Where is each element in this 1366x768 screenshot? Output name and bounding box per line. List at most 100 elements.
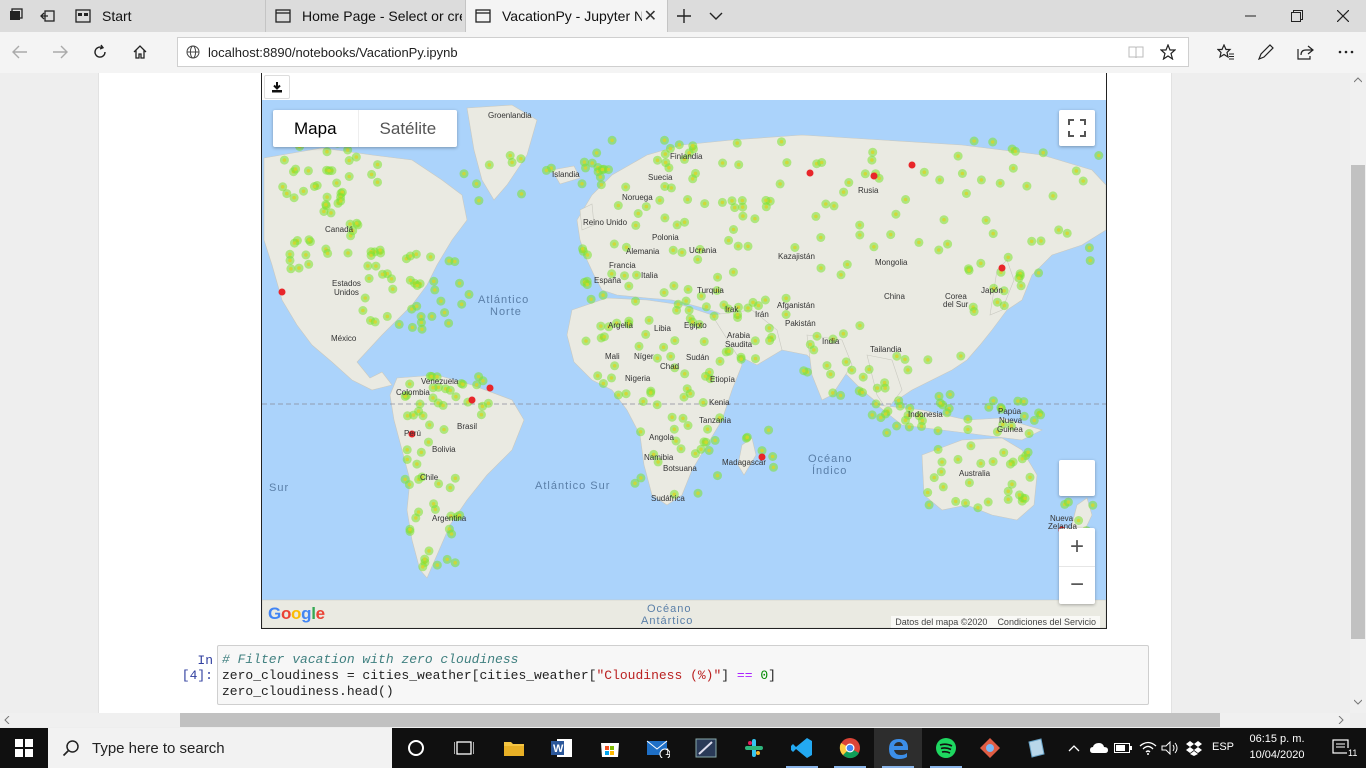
heat-point-core [510,160,514,165]
new-tab-icon[interactable] [668,0,700,32]
heat-point-core [487,163,492,167]
heat-point-core [715,275,720,279]
home-icon[interactable] [120,32,160,72]
clock[interactable]: 06:15 p. m. 10/04/2020 [1242,731,1312,763]
slack-icon[interactable] [730,728,778,768]
code-operator: == [736,668,753,683]
favorites-icon[interactable] [1206,32,1246,72]
more-options-icon[interactable] [1326,32,1366,72]
onedrive-cloud-icon[interactable] [1088,728,1110,768]
share-icon[interactable] [1286,32,1326,72]
chrome-icon[interactable] [826,728,874,768]
map-type-button[interactable]: Mapa [273,110,358,147]
heat-point-core [627,284,631,288]
gitkraken-icon[interactable] [966,728,1014,768]
reading-view-icon[interactable] [1128,45,1144,59]
heat-point-core [474,383,479,387]
tab-start[interactable]: Start [66,0,266,32]
ocean-label-indico-2: Índico [812,465,848,477]
tab-preview-chevron-icon[interactable] [700,0,732,32]
heat-point-core [325,251,330,256]
tab-actions-icon[interactable] [0,0,32,32]
heat-point-core [304,253,308,257]
sketch-app-icon[interactable] [682,728,730,768]
zoom-in-button[interactable]: + [1059,528,1095,567]
show-hidden-icons-chevron-icon[interactable] [1063,728,1085,768]
close-tab-icon[interactable]: ✕ [644,6,657,26]
page-icon [274,7,292,25]
volume-icon[interactable] [1158,728,1182,768]
word-icon[interactable]: W [538,728,586,768]
action-center-icon[interactable]: 11 [1318,728,1366,768]
edge-icon[interactable] [874,728,922,768]
heat-point-core [731,227,736,232]
label-ucrania: Ucrania [689,246,717,255]
tab-vacationpy[interactable]: VacationPy - Jupyter Nc ✕ [466,0,668,32]
back-icon[interactable] [0,32,40,72]
favorite-star-icon[interactable] [1160,44,1176,60]
download-icon[interactable] [264,75,290,99]
vscode-icon[interactable] [778,728,826,768]
heat-point-core [679,447,683,451]
label-arabia-2: Saudita [725,340,753,349]
label-suecia: Suecia [648,173,673,182]
scroll-left-icon[interactable] [4,716,10,724]
task-view-icon[interactable] [440,728,488,768]
heat-point-hot [908,161,916,169]
heat-point-core [610,138,614,143]
cortana-icon[interactable] [392,728,440,768]
mail-icon[interactable]: 1 [634,728,682,768]
terms-link[interactable]: Condiciones del Servicio [997,617,1096,627]
label-peru: Perú [404,429,421,438]
minimize-icon[interactable] [1228,0,1274,32]
heat-point-core [896,398,901,403]
fullscreen-icon[interactable] [1059,110,1095,146]
heat-point-core [670,415,674,420]
satellite-type-button[interactable]: Satélite [357,110,458,147]
wifi-icon[interactable] [1136,728,1160,768]
store-icon[interactable] [586,728,634,768]
code-editor[interactable]: # Filter vacation with zero cloudiness ze… [217,645,1149,705]
taskbar-search-box[interactable]: Type here to search [48,728,392,768]
heat-point-core [612,364,617,368]
windows-start-icon[interactable] [0,728,48,768]
spotify-icon[interactable] [922,728,970,768]
language-indicator[interactable]: ESP [1212,741,1234,753]
zoom-out-button[interactable]: − [1059,567,1095,605]
heatmap-map[interactable]: Mapa Satélite + − Groenlandia Islandia F… [262,100,1106,628]
heat-point-core [693,451,698,456]
pen-notes-icon[interactable] [1246,32,1286,72]
heat-point-core [969,444,973,448]
restore-icon[interactable] [1274,0,1320,32]
heat-point-core [870,158,874,162]
notepad-icon[interactable] [1012,728,1060,768]
vertical-scroll-thumb[interactable] [1351,165,1365,639]
heat-point-core [448,485,452,490]
file-explorer-icon[interactable] [490,728,538,768]
address-bar[interactable]: localhost:8890/notebooks/VacationPy.ipyn… [177,37,1189,67]
dropbox-icon[interactable] [1182,728,1206,768]
heat-point-core [987,405,991,410]
close-window-icon[interactable] [1320,0,1366,32]
label-alemania: Alemania [626,247,660,256]
refresh-icon[interactable] [80,32,120,72]
heat-point-core [991,231,995,236]
battery-icon[interactable] [1112,728,1134,768]
heat-point-core [419,320,424,325]
heat-point-core [756,303,761,308]
heat-point-core [872,245,876,249]
scroll-right-icon[interactable] [1338,716,1344,724]
street-view-control[interactable] [1059,460,1095,496]
set-tabs-aside-icon[interactable] [32,0,64,32]
heat-point-core [675,223,679,227]
scroll-down-icon[interactable] [1354,699,1362,705]
scroll-up-icon[interactable] [1354,77,1362,83]
tab-home-page[interactable]: Home Page - Select or creat [266,0,466,32]
horizontal-scroll-thumb[interactable] [180,713,1220,727]
code-cell[interactable]: In [4]: # Filter vacation with zero clou… [99,645,1171,707]
heat-point-core [883,386,887,390]
label-canada: Canadá [325,225,354,234]
forward-icon[interactable] [40,32,80,72]
heat-point-core [427,423,432,427]
heat-point-core [609,376,614,380]
